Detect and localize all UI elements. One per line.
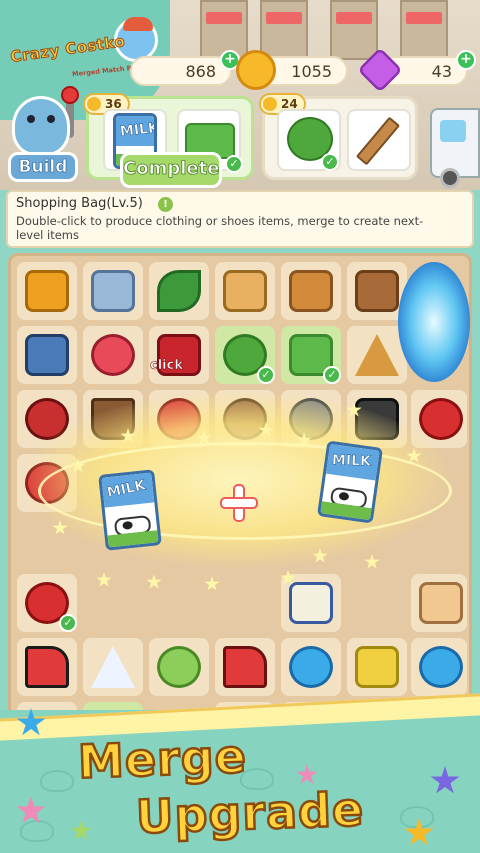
board-cell[interactable] bbox=[281, 262, 341, 320]
check-icon: ✓ bbox=[59, 614, 77, 632]
board-cell[interactable] bbox=[17, 638, 77, 696]
lever-knob-icon bbox=[61, 86, 79, 104]
board-cell[interactable] bbox=[83, 262, 143, 320]
delivery-truck-icon[interactable] bbox=[430, 108, 480, 178]
complete-order-button[interactable]: Complete bbox=[120, 152, 222, 188]
store-shelf bbox=[260, 0, 308, 60]
duck-pattern-icon bbox=[20, 820, 54, 842]
slogan-upgrade: Upgrade bbox=[134, 781, 366, 845]
check-icon: ✓ bbox=[323, 366, 341, 384]
wood-plank-icon bbox=[355, 116, 401, 166]
cash-value: 868 bbox=[185, 61, 216, 81]
board-cell[interactable] bbox=[281, 638, 341, 696]
board-cell[interactable] bbox=[215, 638, 275, 696]
flower-sprout-icon bbox=[91, 334, 135, 376]
coin-value: 1055 bbox=[291, 61, 332, 81]
gift-box-icon bbox=[355, 646, 399, 688]
board-cell[interactable] bbox=[17, 262, 77, 320]
board-cell[interactable] bbox=[411, 574, 467, 632]
info-icon[interactable]: ! bbox=[158, 197, 173, 212]
portal-icon[interactable] bbox=[398, 262, 470, 382]
merge-plus-icon bbox=[222, 486, 256, 520]
store-shelf bbox=[400, 0, 448, 60]
item-info-description: Double-click to produce clothing or shoe… bbox=[16, 214, 424, 242]
board-cell[interactable] bbox=[347, 638, 407, 696]
paper-bag-icon bbox=[419, 582, 463, 624]
board-cell[interactable]: ✓ bbox=[17, 574, 77, 632]
gem-counter: 43 + bbox=[357, 47, 476, 93]
electric-box-icon bbox=[91, 270, 135, 312]
board-cell[interactable] bbox=[149, 638, 209, 696]
check-icon: ✓ bbox=[321, 153, 339, 171]
build-button[interactable]: Build bbox=[8, 152, 78, 182]
log-bundle-icon bbox=[355, 270, 399, 312]
toolbox-icon bbox=[223, 270, 267, 312]
add-gems-button[interactable]: + bbox=[456, 50, 476, 70]
logo-title: Crazy Costko bbox=[9, 32, 127, 67]
board-cell[interactable]: ✓ bbox=[281, 326, 341, 384]
caterpillar-icon bbox=[157, 646, 201, 688]
order-card-2[interactable]: 24 ✓ bbox=[259, 93, 418, 180]
board-cell[interactable] bbox=[215, 262, 275, 320]
rose-bush-icon bbox=[419, 398, 463, 440]
truck-wheel-icon bbox=[440, 168, 460, 188]
board-cell[interactable] bbox=[83, 326, 143, 384]
order-slot: ✓ bbox=[277, 109, 341, 171]
board-cell[interactable] bbox=[149, 262, 209, 320]
seal-mascot-icon bbox=[12, 96, 70, 156]
condensed-milk-icon bbox=[289, 582, 333, 624]
coin-icon bbox=[236, 50, 276, 90]
board-cell[interactable] bbox=[149, 326, 209, 384]
check-icon: ✓ bbox=[225, 155, 243, 173]
blue-star-icon bbox=[419, 646, 463, 688]
backpack-icon bbox=[289, 270, 333, 312]
coin-counter: 1055 bbox=[236, 50, 348, 90]
check-icon: ✓ bbox=[257, 366, 275, 384]
board-cell[interactable]: ✓ bbox=[215, 326, 275, 384]
microwave-icon bbox=[25, 270, 69, 312]
milk-carton-icon[interactable]: MILK bbox=[316, 440, 384, 524]
board-cell[interactable] bbox=[411, 638, 467, 696]
duck-pattern-icon bbox=[40, 770, 74, 792]
broom-icon bbox=[355, 334, 399, 376]
sneaker-icon bbox=[25, 646, 69, 688]
board-cell[interactable] bbox=[83, 638, 143, 696]
board-cell[interactable] bbox=[281, 574, 341, 632]
gem-value: 43 bbox=[431, 61, 452, 81]
item-info-title: Shopping Bag(Lv.5) bbox=[16, 196, 143, 211]
blue-star-ring-icon bbox=[289, 646, 333, 688]
tablet-icon bbox=[25, 334, 69, 376]
click-hint: click bbox=[150, 358, 184, 374]
milk-carton-icon[interactable]: MILK bbox=[98, 469, 162, 551]
store-shelf bbox=[330, 0, 378, 60]
cash-counter: 868 + bbox=[130, 50, 240, 86]
red-shoes-icon bbox=[223, 646, 267, 688]
slogan-merge: Merge bbox=[76, 728, 249, 790]
item-info-panel: Shopping Bag(Lv.5) ! Double-click to pro… bbox=[6, 190, 474, 248]
leaf-icon bbox=[157, 270, 201, 312]
board-cell[interactable] bbox=[17, 326, 77, 384]
dress-icon bbox=[91, 646, 135, 688]
order-slot bbox=[347, 109, 411, 171]
